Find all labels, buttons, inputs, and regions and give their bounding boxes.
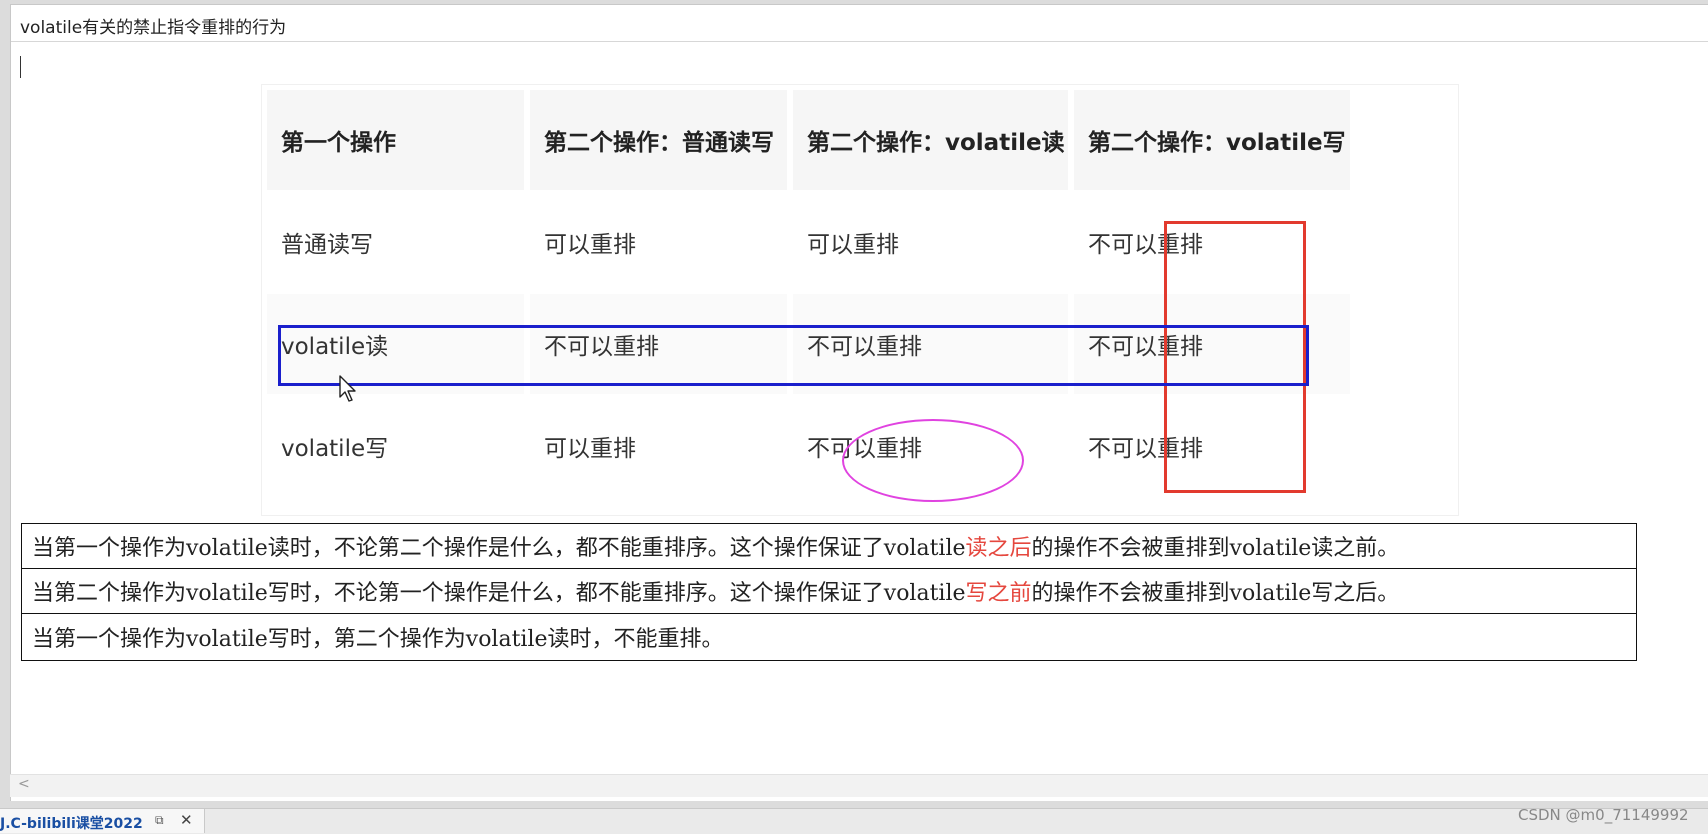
explanation-box: 当第一个操作为volatile读时，不论第二个操作是什么，都不能重排序。这个操作… [21,523,1637,661]
table-cell: 不可以重排 [530,294,787,394]
table-cell: 不可以重排 [1088,232,1203,258]
rule-line: 当第一个操作为volatile写时，第二个操作为volatile读时，不能重排。 [22,614,1636,660]
document-title[interactable]: volatile有关的禁止指令重排的行为 [20,13,286,38]
tab-strip: J.C-bilibili课堂2022 ⧉ ✕ [0,808,1708,834]
tab-title[interactable]: J.C-bilibili课堂2022 [0,813,143,833]
restore-window-icon[interactable]: ⧉ [155,813,164,828]
table-cell: volatile读 [267,294,524,394]
table-cell: 普通读写 [281,232,373,258]
reorder-rules-table: 第一个操作 第二个操作：普通读写 第二个操作：volatile读 第二个操作：v… [261,84,1459,516]
rule-text: 的操作不会被重排到volatile写之后。 [1031,581,1400,606]
close-icon[interactable]: ✕ [180,811,193,829]
table-header-cell: 第二个操作：volatile写 [1074,90,1350,190]
rule-text: 的操作不会被重排到volatile读之前。 [1031,536,1400,561]
title-bar: volatile有关的禁止指令重排的行为 [11,5,1708,42]
table-header-cell: 第二个操作：volatile读 [793,90,1068,190]
text-caret [20,56,21,78]
rule-line: 当第二个操作为volatile写时，不论第一个操作是什么，都不能重排序。这个操作… [22,569,1636,614]
table-cell: 可以重排 [544,436,636,462]
table-cell: 不可以重排 [1088,436,1203,462]
rule-line: 当第一个操作为volatile读时，不论第二个操作是什么，都不能重排序。这个操作… [22,524,1636,569]
table-cell: 可以重排 [807,232,899,258]
rule-text: 当第一个操作为volatile读时，不论第二个操作是什么，都不能重排序。这个操作… [32,536,966,561]
table-cell: volatile写 [281,436,389,462]
table-header-cell: 第一个操作 [267,90,524,190]
mouse-cursor-icon [339,375,356,402]
watermark: CSDN @m0_71149992 [1518,806,1689,824]
rule-text: 当第二个操作为volatile写时，不论第一个操作是什么，都不能重排序。这个操作… [32,581,966,606]
rule-highlight: 读之后 [965,536,1032,561]
tab-bilibili[interactable]: J.C-bilibili课堂2022 ⧉ ✕ [0,809,205,833]
rule-highlight: 写之前 [965,581,1032,606]
table-cell: 可以重排 [544,232,636,258]
table-cell: 不可以重排 [807,436,922,462]
table-header-cell: 第二个操作：普通读写 [530,90,787,190]
scroll-left-icon[interactable]: < [18,776,30,792]
horizontal-scrollbar[interactable]: < [10,774,1708,797]
table-cell: 不可以重排 [1074,294,1350,394]
rule-text: 当第一个操作为volatile写时，第二个操作为volatile读时，不能重排。 [32,627,724,652]
table-cell: 不可以重排 [793,294,1068,394]
